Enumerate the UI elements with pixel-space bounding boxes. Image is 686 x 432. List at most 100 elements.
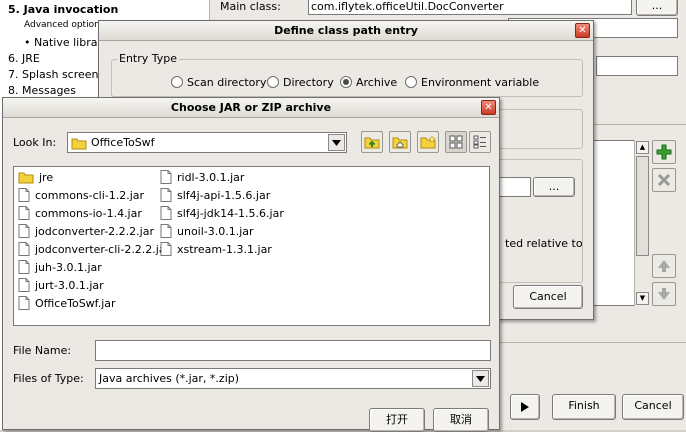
file-list-item[interactable]: ridl-3.0.1.jar	[160, 169, 244, 185]
file-list-item[interactable]: jurt-3.0.1.jar	[18, 277, 104, 293]
chevron-down-icon[interactable]	[328, 134, 345, 151]
radio-scan-directory[interactable]: Scan directory	[171, 76, 266, 89]
file-type-combo[interactable]: Java archives (*.jar, *.zip)	[95, 368, 491, 389]
file-name: jodconverter-2.2.2.jar	[35, 224, 154, 238]
chooser-cancel-button[interactable]: 取消	[433, 408, 489, 432]
chooser-close-icon[interactable]: ✕	[481, 100, 496, 115]
class-path-scrollbar[interactable]: ▲ ▼	[634, 140, 650, 306]
nav-item-messages[interactable]: 8. Messages	[8, 84, 76, 97]
file-list-item[interactable]: commons-cli-1.2.jar	[18, 187, 144, 203]
file-list-item[interactable]: jodconverter-2.2.2.jar	[18, 223, 154, 239]
file-name: commons-cli-1.2.jar	[35, 188, 145, 202]
radio-circle-icon	[267, 76, 279, 88]
file-icon	[18, 188, 30, 202]
move-down-button[interactable]	[652, 282, 676, 306]
file-name-input[interactable]	[95, 340, 491, 361]
look-in-value: OfficeToSwf	[91, 136, 155, 149]
main-class-label: Main class:	[220, 0, 281, 13]
file-list-item[interactable]: commons-io-1.4.jar	[18, 205, 142, 221]
file-name: jre	[39, 170, 54, 184]
radio-label: Environment variable	[421, 76, 540, 89]
file-icon	[18, 278, 30, 292]
radio-label: Scan directory	[187, 76, 267, 89]
file-list-item[interactable]: jodconverter-cli-2.2.2.jar	[18, 241, 170, 257]
new-folder-button[interactable]	[417, 131, 439, 153]
file-icon	[160, 206, 172, 220]
file-name: juh-3.0.1.jar	[35, 260, 102, 274]
open-button[interactable]: 打开	[369, 408, 425, 432]
scroll-thumb[interactable]	[636, 156, 649, 256]
file-list-item[interactable]: OfficeToSwf.jar	[18, 295, 116, 311]
file-list-item[interactable]: jre	[18, 169, 53, 185]
look-in-combo[interactable]: OfficeToSwf	[67, 132, 347, 153]
radio-circle-icon	[405, 76, 417, 88]
scroll-up-icon[interactable]: ▲	[636, 141, 649, 154]
main-class-field[interactable]: com.iflytek.officeUtil.DocConverter	[308, 0, 632, 15]
file-list-item[interactable]: xstream-1.3.1.jar	[160, 241, 272, 257]
file-icon	[18, 296, 30, 310]
main-class-browse-button[interactable]: ...	[636, 0, 678, 16]
home-folder-button[interactable]	[389, 131, 411, 153]
file-icon	[160, 224, 172, 238]
home-folder-icon	[392, 137, 408, 149]
list-view-icon	[449, 135, 463, 149]
file-name: xstream-1.3.1.jar	[177, 242, 272, 256]
path-browse-button[interactable]: ...	[533, 177, 575, 197]
nav-item-java-invocation[interactable]: 5. Java invocation	[8, 3, 118, 16]
choose-archive-dialog: Choose JAR or ZIP archive ✕ Look In: Off…	[2, 97, 500, 432]
radio-directory[interactable]: Directory	[267, 76, 334, 89]
move-up-button[interactable]	[652, 254, 676, 278]
file-icon	[160, 170, 172, 184]
divider-bottom	[500, 342, 686, 343]
scroll-down-icon[interactable]: ▼	[636, 292, 649, 305]
file-icon	[160, 242, 172, 256]
define-dialog-titlebar: Define class path entry ✕	[99, 21, 593, 41]
next-button[interactable]	[510, 394, 540, 420]
file-name-label: File Name:	[13, 344, 72, 357]
file-list-item[interactable]: unoil-3.0.1.jar	[160, 223, 254, 239]
add-entry-button[interactable]	[652, 140, 676, 164]
file-list-item[interactable]: juh-3.0.1.jar	[18, 259, 102, 275]
define-dialog-title: Define class path entry	[274, 24, 418, 37]
define-dialog-close-icon[interactable]: ✕	[575, 23, 590, 38]
gray-x-icon	[657, 173, 671, 187]
file-icon	[160, 188, 172, 202]
remove-entry-button[interactable]	[652, 168, 676, 192]
nav-item-advanced-options[interactable]: Advanced options	[24, 20, 104, 30]
list-view-button[interactable]	[445, 131, 467, 153]
play-arrow-icon	[521, 402, 529, 412]
radio-archive[interactable]: Archive	[340, 76, 397, 89]
file-name: commons-io-1.4.jar	[35, 206, 142, 220]
chooser-title: Choose JAR or ZIP archive	[170, 101, 332, 114]
file-name: jurt-3.0.1.jar	[35, 278, 104, 292]
file-list-item[interactable]: slf4j-jdk14-1.5.6.jar	[160, 205, 284, 221]
finish-button[interactable]: Finish	[552, 394, 616, 420]
chooser-titlebar: Choose JAR or ZIP archive ✕	[3, 98, 499, 118]
entry-type-label: Entry Type	[117, 52, 180, 65]
file-icon	[18, 206, 30, 220]
new-folder-icon	[420, 135, 436, 149]
file-name: slf4j-jdk14-1.5.6.jar	[177, 206, 284, 220]
radio-label: Directory	[283, 76, 334, 89]
file-type-value: Java archives (*.jar, *.zip)	[99, 372, 240, 385]
file-name: ridl-3.0.1.jar	[177, 170, 245, 184]
wizard-cancel-button[interactable]: Cancel	[622, 394, 684, 420]
file-name: slf4j-api-1.5.6.jar	[177, 188, 271, 202]
chevron-down-icon[interactable]	[472, 370, 489, 387]
green-plus-icon	[656, 144, 672, 160]
file-list[interactable]: jre commons-cli-1.2.jar commons-io-1.4.jar…	[13, 166, 490, 326]
file-icon	[18, 224, 30, 238]
arrow-down-icon	[658, 288, 670, 300]
file-list-item[interactable]: slf4j-api-1.5.6.jar	[160, 187, 270, 203]
details-view-icon	[473, 135, 486, 149]
details-view-button[interactable]	[469, 131, 491, 153]
bg-field-3[interactable]	[596, 56, 678, 76]
file-icon	[18, 242, 30, 256]
radio-environment-variable[interactable]: Environment variable	[405, 76, 539, 89]
arrow-up-icon	[658, 260, 670, 272]
folder-icon	[18, 172, 34, 184]
nav-item-jre[interactable]: 6. JRE	[8, 52, 40, 65]
define-dialog-cancel-button[interactable]: Cancel	[513, 285, 583, 309]
nav-item-splash-screen[interactable]: 7. Splash screen	[8, 68, 99, 81]
up-folder-button[interactable]	[361, 131, 383, 153]
